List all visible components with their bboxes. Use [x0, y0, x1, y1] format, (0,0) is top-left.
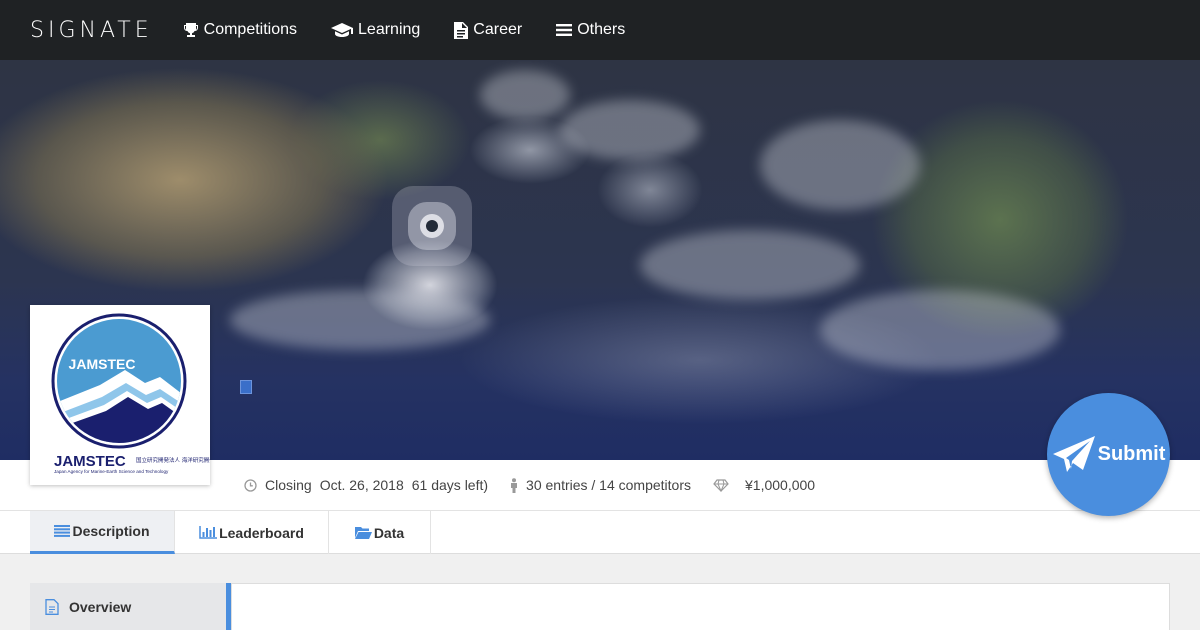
nav-item-learning[interactable]: Learning [331, 21, 420, 39]
tab-description-label: Description [72, 523, 150, 539]
top-navbar: SIGNATE Competitions Learning Career Oth… [0, 0, 1200, 60]
logo-org-name: JAMSTEC [54, 453, 126, 470]
prize-amount: ¥1,000,000 [745, 477, 816, 493]
closing-date: Oct. 26, 2018 [319, 477, 404, 493]
building-icon [240, 380, 252, 394]
nav-item-others[interactable]: Others [556, 21, 625, 39]
person-icon [511, 477, 518, 493]
organization-logo: JAMSTEC JAMSTEC 国立研究開発法人 海洋研究開発機構 Japan … [30, 305, 226, 485]
bar-chart-icon [199, 526, 218, 539]
side-menu-label: Overview [69, 598, 132, 615]
nav-item-career[interactable]: Career [454, 21, 522, 39]
folder-open-icon [354, 527, 372, 539]
nav-item-competitions[interactable]: Competitions [183, 21, 297, 39]
signate-logo[interactable]: SIGNATE [30, 18, 153, 43]
paper-plane-icon [1052, 435, 1095, 472]
entries-count: 30 entries / 14 competitors [526, 477, 692, 493]
submit-button[interactable]: Submit [1047, 393, 1170, 516]
diamond-icon [713, 478, 729, 492]
closing-info: Closing Oct. 26, 2018 61 days left) [244, 477, 488, 493]
clock-icon [244, 478, 257, 492]
graduation-cap-icon [331, 23, 354, 37]
side-menu-overview[interactable]: Overview [30, 583, 226, 630]
logo-subtitle-jp: 国立研究開発法人 海洋研究開発機構 [136, 456, 210, 464]
prize-info: ¥1,000,000 [713, 477, 815, 493]
nav-label-learning: Learning [358, 21, 421, 38]
closing-label: Closing [265, 477, 312, 493]
tab-leaderboard-label: Leaderboard [219, 524, 304, 541]
competition-tabs: Description Leaderboard Data [0, 510, 1200, 554]
submit-label: Submit [1097, 443, 1166, 465]
logo-subtitle-en: Japan Agency for Marine-Earth Science an… [54, 469, 169, 474]
nav-label-career: Career [473, 21, 523, 38]
tab-data-label: Data [373, 524, 405, 541]
days-left: 61 days left) [411, 477, 489, 493]
tab-leaderboard[interactable]: Leaderboard [175, 511, 329, 554]
document-icon [454, 21, 469, 39]
description-content-panel [231, 583, 1170, 630]
trophy-icon [183, 23, 198, 37]
nav-label-competitions: Competitions [203, 21, 298, 38]
nav-label-others: Others [577, 21, 626, 38]
entries-info: 30 entries / 14 competitors [510, 477, 691, 493]
list-icon [54, 525, 71, 537]
tab-data[interactable]: Data [329, 511, 431, 554]
tab-description[interactable]: Description [30, 511, 175, 554]
file-icon [45, 598, 59, 615]
logo-inner-text: JAMSTEC [69, 356, 136, 372]
menu-icon [556, 24, 573, 36]
